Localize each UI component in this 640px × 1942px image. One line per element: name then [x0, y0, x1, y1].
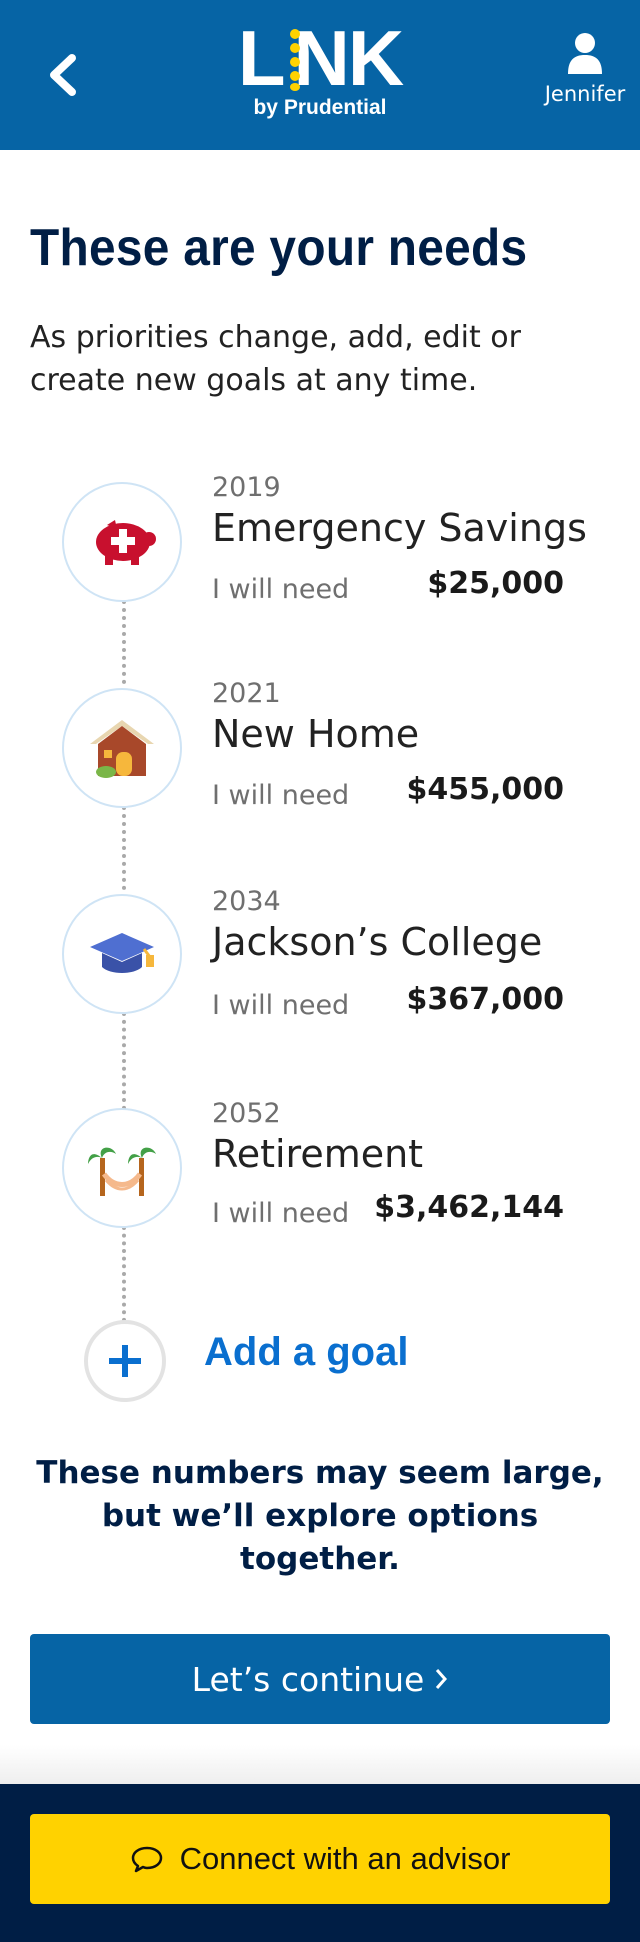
footer-shadow [0, 1745, 640, 1785]
palm-tree-hammock-icon [88, 1147, 156, 1196]
logo-letter-l: L [237, 14, 286, 102]
chevron-right-icon [436, 1669, 448, 1689]
reassurance-note: These numbers may seem large, but we’ll … [36, 1455, 604, 1577]
timeline-connector [122, 600, 126, 684]
timeline-connector [122, 1226, 126, 1322]
goal-icon-circle [62, 894, 182, 1014]
goal-need-label: I will need [212, 780, 350, 811]
goal-year: 2021 [212, 678, 281, 709]
logo-letters-nk: NK [293, 14, 405, 102]
goal-icon-circle [62, 688, 182, 808]
link-logo: L NK by Prudential [237, 14, 405, 128]
user-icon [568, 33, 602, 74]
goal-title: Emergency Savings [212, 506, 587, 550]
goal-amount: $367,000 [406, 982, 564, 1017]
user-name: Jennifer [544, 82, 626, 106]
goal-title: Jackson’s College [212, 920, 543, 964]
goal-amount: $3,462,144 [374, 1190, 564, 1225]
goal-need-label: I will need [212, 1198, 350, 1229]
piggy-bank-icon [96, 520, 156, 565]
goal-title: New Home [212, 712, 420, 756]
goal-icon-circle [62, 482, 182, 602]
connect-advisor-button[interactable]: Connect with an advisor [30, 1814, 610, 1904]
user-profile-button[interactable]: Jennifer [530, 32, 640, 112]
add-goal-button[interactable] [84, 1320, 166, 1402]
continue-button[interactable]: Let’s continue [30, 1634, 610, 1724]
goal-year: 2034 [212, 886, 281, 917]
logo-subtitle: by Prudential [253, 96, 387, 119]
goal-year: 2052 [212, 1098, 281, 1129]
continue-label: Let’s continue [191, 1659, 425, 1699]
page-intro: As priorities change, add, edit or creat… [30, 320, 521, 398]
goal-year: 2019 [212, 472, 281, 503]
goal-title: Retirement [212, 1132, 424, 1176]
goal-amount: $455,000 [406, 772, 564, 807]
chat-bubble-icon [131, 1846, 162, 1873]
goal-need-label: I will need [212, 574, 350, 605]
app-header: L NK by Prudential Jennifer [0, 0, 640, 150]
add-goal-link[interactable]: Add a goal [204, 1330, 408, 1375]
goal-amount: $25,000 [427, 566, 564, 601]
timeline-connector [122, 806, 126, 890]
connect-advisor-label: Connect with an advisor [179, 1841, 511, 1876]
page-title: These are your needs [30, 219, 528, 277]
goal-icon-circle [62, 1108, 182, 1228]
timeline-connector [122, 1012, 126, 1110]
graduation-cap-icon [90, 933, 154, 973]
plus-icon [109, 1345, 141, 1377]
goal-need-label: I will need [212, 990, 350, 1021]
house-icon [90, 720, 154, 778]
chevron-left-icon [50, 54, 76, 96]
back-button[interactable] [42, 52, 82, 98]
